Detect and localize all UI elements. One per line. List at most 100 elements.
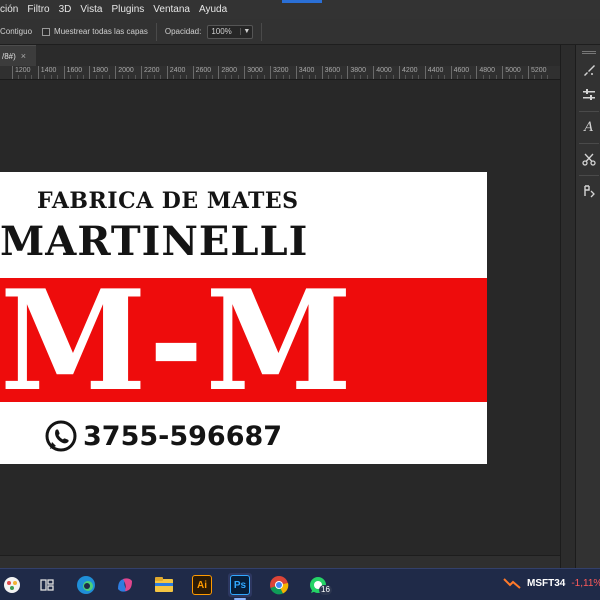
copilot-icon[interactable] (113, 573, 137, 597)
sample-all-layers-checkbox[interactable] (42, 27, 51, 36)
ruler-tick-label: 3800 (350, 67, 366, 74)
stock-ticker-widget[interactable]: MSFT34 -1,11% (503, 577, 600, 589)
document-artwork[interactable]: FABRICA DE MATES MARTINELLI M-M 3755-596… (0, 172, 487, 464)
ruler-minor-tick (282, 75, 284, 79)
ruler-tick-label: 4800 (479, 67, 495, 74)
ruler-minor-tick (482, 75, 484, 79)
ruler-minor-tick (153, 75, 155, 79)
ruler-minor-tick (257, 75, 259, 79)
menu-item-plugins[interactable]: Plugins (111, 4, 144, 15)
ruler-minor-tick (508, 75, 510, 79)
ruler-minor-tick (379, 75, 381, 79)
brush-settings-icon[interactable] (579, 59, 599, 81)
canvas-area[interactable]: FABRICA DE MATES MARTINELLI M-M 3755-596… (0, 80, 560, 555)
ruler-minor-tick (457, 75, 459, 79)
document-tab[interactable]: /8#) × (0, 45, 36, 66)
ruler-minor-tick (102, 75, 104, 79)
tool-separator (579, 111, 599, 112)
ruler-minor-tick (76, 75, 78, 79)
illustrator-icon[interactable]: Ai (190, 573, 214, 597)
ruler-tick: 2200 (141, 66, 160, 79)
ruler-tick-label: 2200 (144, 67, 160, 74)
scissors-icon[interactable] (579, 148, 599, 170)
ruler-minor-tick (224, 75, 226, 79)
ruler-tick: 4400 (424, 66, 443, 79)
photoshop-label: Ps (230, 575, 250, 595)
artwork-phone-number: 3755-596687 (83, 420, 283, 452)
ruler-minor-tick (18, 75, 20, 79)
ruler-tick: 3600 (321, 66, 340, 79)
panel-divider[interactable] (560, 45, 575, 568)
ruler-minor-tick (147, 75, 149, 79)
ruler-minor-tick (360, 75, 362, 79)
ruler-tick-label: 2400 (169, 67, 186, 74)
ruler-tick-label: 1800 (92, 67, 108, 74)
windows-taskbar: Ai Ps 16 MSFT34 -1,11% (0, 568, 600, 600)
menu-bar: ción Filtro 3D Vista Plugins Ventana Ayu… (0, 0, 600, 19)
start-button[interactable] (0, 573, 24, 597)
ruler-minor-tick (469, 75, 471, 79)
ruler-tick: 3200 (270, 66, 289, 79)
ruler-minor-tick (186, 75, 188, 79)
contiguous-checkbox-label[interactable]: Contiguo (0, 27, 32, 36)
ruler-minor-tick (179, 75, 181, 79)
ruler-minor-tick (353, 75, 355, 79)
ruler-tick: 2400 (166, 66, 185, 79)
menu-item-ayuda[interactable]: Ayuda (199, 4, 227, 15)
ruler-minor-tick (495, 75, 497, 79)
chrome-icon[interactable] (267, 573, 291, 597)
menu-item-ventana[interactable]: Ventana (153, 4, 190, 15)
ruler-tick: 2600 (192, 66, 211, 79)
menu-item-3d[interactable]: 3D (59, 4, 72, 15)
horizontal-ruler[interactable]: 1200 1400 1600 1800 2000 2200 2400 2600 2800 3000… (0, 66, 560, 80)
ruler-minor-tick (489, 75, 491, 79)
task-view-icon[interactable] (35, 573, 59, 597)
character-icon[interactable]: A (579, 116, 599, 138)
ruler-minor-tick (24, 75, 26, 79)
ruler-tick: 1200 (12, 66, 31, 79)
ruler-minor-tick (128, 75, 130, 79)
file-explorer-icon[interactable] (152, 573, 176, 597)
paragraph-icon[interactable] (579, 180, 599, 202)
ruler-minor-tick (95, 75, 97, 79)
menu-item-edicion[interactable]: ción (0, 4, 18, 15)
menu-item-vista[interactable]: Vista (80, 4, 102, 15)
artwork-phone-row: 3755-596687 (43, 418, 282, 454)
ruler-tick: 1600 (63, 66, 82, 79)
ruler-tick-label: 1600 (66, 67, 83, 74)
ruler-minor-tick (108, 75, 110, 79)
ruler-tick: 3400 (295, 66, 314, 79)
ruler-tick-label: 3200 (273, 67, 289, 74)
illustrator-label: Ai (192, 575, 212, 595)
horizontal-scrollbar[interactable] (0, 555, 560, 568)
ruler-tick-label: 2800 (221, 67, 237, 74)
whatsapp-taskbar-icon[interactable]: 16 (306, 573, 332, 597)
ruler-minor-tick (366, 75, 368, 79)
ruler-minor-tick (405, 75, 407, 79)
tool-separator-2 (579, 143, 599, 144)
ticker-change: -1,11% (571, 577, 600, 589)
adjust-sliders-icon[interactable] (579, 84, 599, 106)
opacity-label: Opacidad: (164, 27, 202, 36)
ruler-tick-label: 5000 (505, 67, 521, 74)
ruler-minor-tick (328, 75, 330, 79)
ruler-tick-label: 1400 (40, 67, 57, 74)
ruler-minor-tick (418, 75, 420, 79)
opacity-field[interactable]: 100% ▼ (207, 24, 254, 39)
panel-grip[interactable] (582, 51, 596, 54)
close-icon[interactable]: × (21, 51, 26, 61)
chevron-down-icon[interactable]: ▼ (240, 28, 252, 35)
ruler-minor-tick (82, 75, 84, 79)
ruler-minor-tick (50, 75, 52, 79)
edge-icon[interactable] (74, 573, 98, 597)
menu-item-filtro[interactable]: Filtro (27, 4, 49, 15)
ticker-symbol: MSFT34 (527, 577, 566, 589)
options-divider (155, 22, 157, 41)
opacity-value[interactable]: 100% (208, 27, 240, 36)
document-tab-label[interactable]: /8#) (2, 52, 16, 61)
ruler-tick: 4000 (373, 66, 392, 79)
options-divider-2 (261, 22, 263, 41)
notification-badge: 16 (319, 585, 332, 595)
ruler-minor-tick (547, 75, 549, 79)
photoshop-icon[interactable]: Ps (228, 573, 252, 597)
